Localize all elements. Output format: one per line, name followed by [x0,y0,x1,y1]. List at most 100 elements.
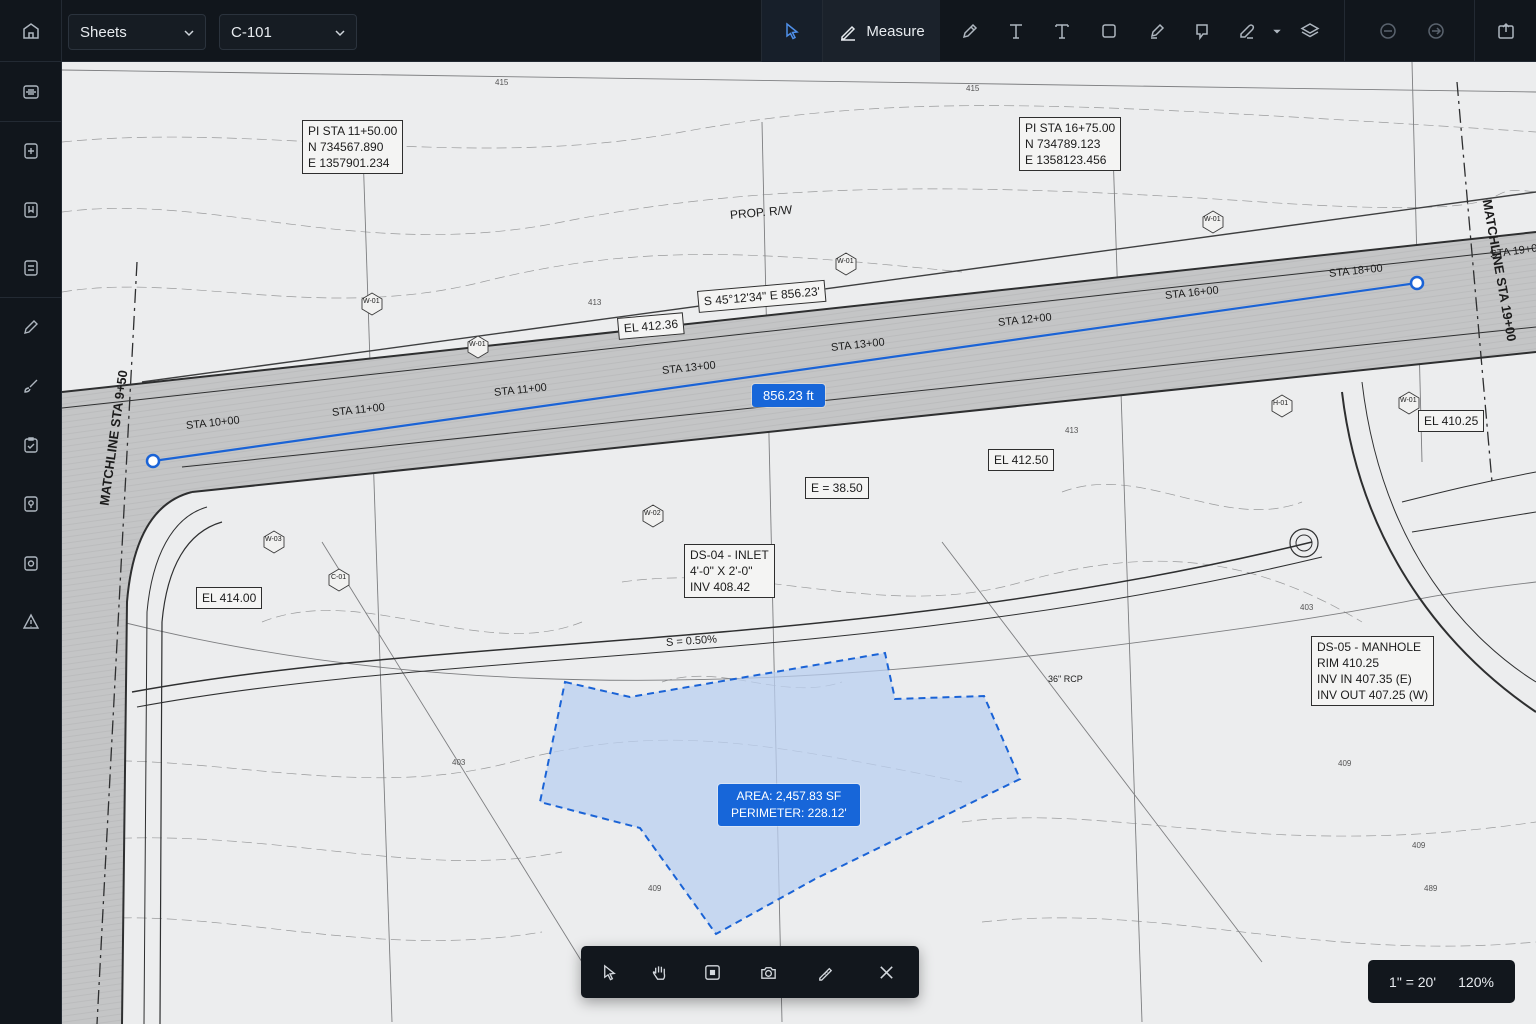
ds04-inlet-note: DS-04 - INLET 4'-0" X 2'-0" INV 408.42 [684,544,775,598]
redo-icon [1428,23,1444,39]
eraser-tool-button[interactable] [1225,0,1269,62]
note-line: DS-04 - INLET [690,548,769,562]
note-line: DS-05 - MANHOLE [1317,640,1422,654]
home-icon [22,23,39,39]
select-icon [603,963,616,981]
note-line: INV 408.42 [690,580,751,594]
undo-icon [1380,23,1396,39]
add-sheet-icon [24,143,38,159]
location-icon [24,496,38,512]
compare-icon [24,260,38,276]
callout-text-tool-button[interactable] [1040,0,1084,62]
measure-label: Measure [866,22,925,40]
drawing-canvas[interactable]: PI STA 11+50.00 N 734567.890 E 1357901.2… [62,62,1536,1024]
toolbar-divider [1474,0,1475,62]
select-button[interactable] [583,946,635,998]
contour-label: 409 [648,884,662,893]
snapshot-button[interactable] [742,946,794,998]
top-toolbar: Sheets C-101 Measure [0,0,1536,62]
undo-button[interactable] [1366,0,1410,62]
close-button[interactable] [860,946,912,998]
contour-label: 413 [1065,426,1079,435]
markup-icon [24,320,38,334]
stop-icon [704,964,720,980]
tag-label: W-01 [1204,216,1221,223]
rectangle-tool-button[interactable] [1087,0,1131,62]
measure-end-handle[interactable] [1409,275,1425,291]
area-value: AREA: 2,457.83 SF [736,789,842,803]
highlighter-tool-button[interactable] [1135,0,1179,62]
measure-start-handle[interactable] [145,453,161,469]
export-icon [1498,22,1514,39]
stamp-tool-button[interactable] [1180,0,1224,62]
app-window: Sheets C-101 Measure PI STA 11+50.00 N 7… [0,0,1536,1024]
calibrate-button[interactable] [799,946,851,998]
note-line: E 1357901.234 [308,156,390,170]
home-button[interactable] [0,0,62,62]
tag-label: W-01 [363,298,380,305]
caret-down-icon [1273,29,1281,34]
layers-button[interactable] [1288,0,1332,62]
tag-label: C-01 [331,574,347,581]
chevron-down-icon [335,30,345,37]
contour-label: 415 [495,78,509,87]
sheets-icon [23,85,39,99]
ruler-pen-icon [841,25,856,41]
redo-button[interactable] [1414,0,1458,62]
left-sidebar [0,62,62,1024]
brush-icon [24,379,38,393]
note-line: N 734567.890 [308,140,384,154]
tag-label: W-01 [837,258,854,265]
bookmark-icon [24,202,38,218]
more-tools-dropdown[interactable] [1272,0,1282,62]
text-alt-icon [1055,24,1069,39]
tag-label: W-03 [265,536,282,543]
sidebar-sheets-button[interactable] [0,63,62,121]
note-line: 4'-0" X 2'-0" [690,564,753,578]
note-line: RIM 410.25 [1317,656,1380,670]
sidebar-clipboard-button[interactable] [0,416,62,474]
sidebar-location-button[interactable] [0,475,62,533]
camera-icon [24,556,38,571]
distance-measure-label[interactable]: 856.23 ft [752,384,825,407]
stop-button[interactable] [686,946,738,998]
measure-tool-button[interactable]: Measure [823,0,940,62]
perimeter-value: PERIMETER: 228.12' [731,806,847,820]
sheets-select-value: Sheets [80,23,127,41]
note-line: N 734789.123 [1025,137,1101,151]
warning-icon [22,613,40,629]
layers-icon [1300,23,1320,38]
eraser-icon [1240,24,1255,39]
pen-tool-button[interactable] [948,0,992,62]
pipe-size-label: 36" RCP [1048,674,1083,684]
elevation-note: E = 38.50 [805,477,869,499]
road-surface [62,232,1536,1024]
pointer-tool-button[interactable] [761,0,823,62]
note-line: INV IN 407.35 (E) [1317,672,1412,686]
snapshot-icon [760,966,776,979]
sidebar-brush-button[interactable] [0,357,62,415]
pen-icon [962,23,978,39]
export-button[interactable] [1484,0,1528,62]
clipboard-icon [24,437,38,453]
pi-note-2: PI STA 16+75.00 N 734789.123 E 1358123.4… [1019,117,1122,171]
sidebar-camera-button[interactable] [0,534,62,592]
text-tool-button[interactable] [994,0,1038,62]
sheets-select[interactable]: Sheets [68,14,206,50]
area-measure-label[interactable]: AREA: 2,457.83 SF PERIMETER: 228.12' [718,784,860,826]
zoom-value: 120% [1458,973,1494,990]
rectangle-icon [1102,24,1116,38]
floating-measure-toolbar [581,946,919,998]
pan-button[interactable] [633,946,685,998]
sidebar-bookmark-button[interactable] [0,181,62,239]
contour-label: 409 [1338,759,1352,768]
scale-zoom-indicator[interactable]: 1" = 20' 120% [1368,960,1515,1003]
note-line: INV OUT 407.25 (W) [1317,688,1429,702]
sidebar-compare-button[interactable] [0,239,62,297]
sidebar-warning-button[interactable] [0,593,62,651]
sidebar-add-sheet-button[interactable] [0,122,62,180]
note-line: PI STA 16+75.00 [1025,121,1116,135]
sidebar-markup-button[interactable] [0,298,62,356]
drawing-select[interactable]: C-101 [219,14,357,50]
drawing-select-value: C-101 [231,23,272,41]
